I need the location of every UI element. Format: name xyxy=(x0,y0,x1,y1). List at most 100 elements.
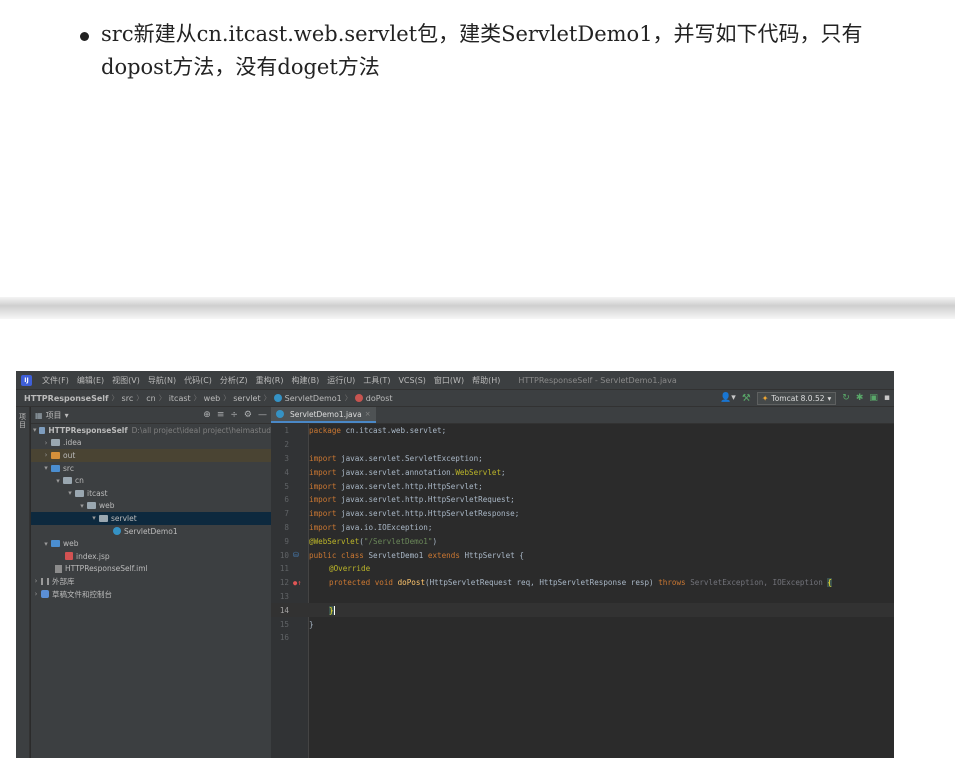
tree-item-itcast[interactable]: ▾ itcast xyxy=(31,487,271,500)
tree-item-servlet[interactable]: ▾ servlet xyxy=(31,512,271,525)
run-configuration-select[interactable]: ✦ Tomcat 8.0.52 ▾ xyxy=(756,391,837,405)
menu-navigate[interactable]: 导航(N) xyxy=(144,375,180,386)
breadcrumb-project[interactable]: HTTPResponseSelf xyxy=(16,394,112,403)
code-line-9: 9 @WebServlet("/ServletDemo1") xyxy=(271,534,894,548)
chevron-right-icon: 〉 xyxy=(136,394,144,402)
tree-item-src[interactable]: ▾ src xyxy=(31,462,271,475)
web-servlet-gutter-icon[interactable]: ⛁ xyxy=(293,551,309,559)
tree-label-root: HTTPResponseSelf xyxy=(48,425,128,435)
ide-window: IJ 文件(F) 编辑(E) 视图(V) 导航(N) 代码(C) 分析(Z) 重… xyxy=(16,371,894,758)
menu-run[interactable]: 运行(U) xyxy=(323,375,359,386)
project-panel: ▦ 项目 ▾ ⊕ ≡ ÷ ⚙ — ▾ HTTPResponseSelf D:\a… xyxy=(31,407,271,758)
menu-view[interactable]: 视图(V) xyxy=(108,375,144,386)
locate-icon[interactable]: ⊕ xyxy=(203,410,211,420)
tree-item-external-libs[interactable]: › 外部库 xyxy=(31,575,271,588)
code-token: javax.servlet.ServletException; xyxy=(336,453,483,463)
debug-icon[interactable]: ✱ xyxy=(856,393,864,403)
chevron-right-icon[interactable]: › xyxy=(41,439,51,447)
project-tool-tab[interactable]: 项目 xyxy=(19,413,27,429)
chevron-down-icon[interactable]: ▾ xyxy=(41,464,51,472)
line-number: 16 xyxy=(279,633,289,643)
menu-file[interactable]: 文件(F) xyxy=(38,375,73,386)
gear-icon[interactable]: ⚙ xyxy=(244,410,252,420)
coverage-icon[interactable]: ▣ xyxy=(869,393,878,403)
web-folder-icon xyxy=(51,540,60,548)
code-token: extends xyxy=(427,550,460,560)
code-token: (HttpServletRequest req, HttpServletResp… xyxy=(425,578,659,588)
chevron-down-icon[interactable]: ▾ xyxy=(31,426,39,434)
code-token: import xyxy=(309,522,337,532)
tree-item-idea[interactable]: › .idea xyxy=(31,437,271,450)
line-number: 9 xyxy=(284,536,289,546)
breadcrumb-method[interactable]: doPost xyxy=(352,393,396,403)
tree-item-servletdemo1[interactable]: ServletDemo1 xyxy=(31,525,271,538)
expand-all-icon[interactable]: ÷ xyxy=(230,410,238,420)
menu-tools[interactable]: 工具(T) xyxy=(359,375,394,386)
excluded-folder-icon xyxy=(51,451,60,459)
menu-edit[interactable]: 编辑(E) xyxy=(73,375,108,386)
tree-item-root[interactable]: ▾ HTTPResponseSelf D:\all project\ideal … xyxy=(31,424,271,437)
code-line-16: 16 xyxy=(271,631,894,645)
code-token: javax.servlet.http.HttpServletResponse; xyxy=(336,509,520,519)
line-number: 4 xyxy=(284,467,289,477)
hide-icon[interactable]: — xyxy=(258,410,267,420)
breadcrumb-class[interactable]: ServletDemo1 xyxy=(271,393,345,403)
code-token: javax.servlet.annotation. xyxy=(336,467,456,477)
chevron-right-icon[interactable]: › xyxy=(31,577,41,585)
menu-help[interactable]: 帮助(H) xyxy=(468,375,504,386)
code-line-10: 10 ⛁ public class ServletDemo1 extends Ht… xyxy=(271,548,894,562)
tree-item-web-package[interactable]: ▾ web xyxy=(31,500,271,513)
code-line-2: 2 xyxy=(271,438,894,452)
tree-item-scratches[interactable]: › 草稿文件和控制台 xyxy=(31,588,271,601)
tree-item-index-jsp[interactable]: index.jsp xyxy=(31,550,271,563)
menu-code[interactable]: 代码(C) xyxy=(180,375,216,386)
editor-tab-servletdemo1[interactable]: ServletDemo1.java × xyxy=(271,407,376,423)
package-icon xyxy=(63,477,72,485)
chevron-right-icon: 〉 xyxy=(193,394,201,402)
line-number: 8 xyxy=(284,522,289,532)
instruction-line-1: src新建从cn.itcast.web.servlet包，建类ServletDe… xyxy=(101,22,863,46)
collapse-all-icon[interactable]: ≡ xyxy=(217,410,225,420)
chevron-right-icon: 〉 xyxy=(263,394,271,402)
chevron-right-icon[interactable]: › xyxy=(41,451,51,459)
code-line-15: 15 } xyxy=(271,617,894,631)
tree-item-web-dir[interactable]: ▾ web xyxy=(31,537,271,550)
code-token: WebServlet xyxy=(455,467,502,477)
tree-item-iml[interactable]: HTTPResponseSelf.iml xyxy=(31,563,271,576)
chevron-down-icon[interactable]: ▾ xyxy=(53,477,63,485)
tree-label-cn: cn xyxy=(75,476,84,486)
tree-item-cn[interactable]: ▾ cn xyxy=(31,474,271,487)
chevron-down-icon[interactable]: ▾ xyxy=(77,502,87,510)
menu-analyze[interactable]: 分析(Z) xyxy=(216,375,252,386)
close-icon[interactable]: × xyxy=(365,410,371,418)
line-number: 6 xyxy=(284,495,289,505)
code-token: "/ServletDemo1" xyxy=(363,536,433,546)
menu-refactor[interactable]: 重构(R) xyxy=(252,375,288,386)
tree-item-out[interactable]: › out xyxy=(31,449,271,462)
instruction-line-2: dopost方法，没有doget方法 xyxy=(101,55,380,79)
menu-window[interactable]: 窗口(W) xyxy=(430,375,468,386)
breadcrumb-servlet[interactable]: servlet xyxy=(230,394,263,403)
code-editor[interactable]: ServletDemo1.java × 1 package cn.itcast.… xyxy=(271,407,894,758)
override-gutter-icon[interactable]: ●↑ xyxy=(293,579,309,587)
breadcrumb-cn[interactable]: cn xyxy=(143,394,158,403)
stop-icon[interactable]: ▪ xyxy=(884,393,890,403)
breadcrumb-itcast[interactable]: itcast xyxy=(166,394,194,403)
bullet-dot xyxy=(80,32,89,41)
menu-build[interactable]: 构建(B) xyxy=(287,375,323,386)
chevron-right-icon[interactable]: › xyxy=(31,590,41,598)
code-token: java.io.IOException; xyxy=(336,522,433,532)
build-hammer-icon[interactable]: ⚒ xyxy=(742,393,751,404)
rerun-icon[interactable]: ↻ xyxy=(842,393,850,403)
code-line-14: 14 } xyxy=(271,603,894,618)
window-title: HTTPResponseSelf - ServletDemo1.java xyxy=(518,375,677,385)
project-panel-title[interactable]: 项目 xyxy=(46,410,62,421)
menu-vcs[interactable]: VCS(S) xyxy=(394,376,429,385)
chevron-down-icon[interactable]: ▾ xyxy=(41,540,51,548)
user-icon[interactable]: 👤▾ xyxy=(720,393,736,403)
chevron-down-icon[interactable]: ▾ xyxy=(89,514,99,522)
breadcrumb-web[interactable]: web xyxy=(201,394,224,403)
chevron-down-icon[interactable]: ▾ xyxy=(65,411,69,420)
chevron-down-icon[interactable]: ▾ xyxy=(65,489,75,497)
breadcrumb-src[interactable]: src xyxy=(119,394,137,403)
